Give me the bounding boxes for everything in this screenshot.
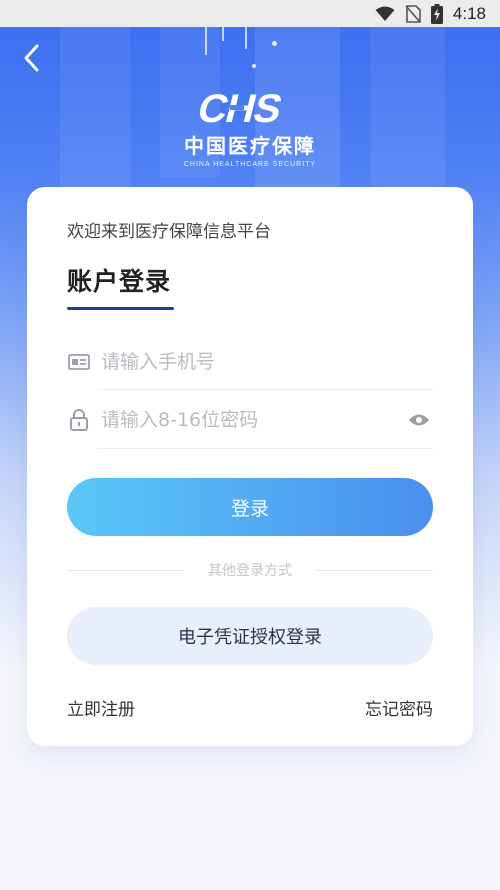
status-bar: 4:18 — [0, 0, 500, 27]
phone-input[interactable] — [101, 342, 433, 382]
other-methods-divider: 其他登录方式 — [67, 559, 433, 581]
status-time: 4:18 — [452, 3, 486, 23]
register-link[interactable]: 立即注册 — [67, 695, 135, 720]
logo-english-text: CHINA HEALTHCARE SECURITY — [183, 161, 317, 168]
chevron-left-icon — [24, 44, 39, 72]
hero-decoration — [252, 64, 256, 68]
login-title: 账户登录 — [67, 267, 172, 296]
show-password-toggle[interactable] — [405, 406, 433, 434]
login-button[interactable]: 登录 — [67, 478, 433, 536]
password-input[interactable] — [101, 400, 405, 440]
other-methods-text: 其他登录方式 — [208, 563, 292, 579]
hero-decoration — [245, 27, 247, 49]
back-button[interactable] — [14, 38, 50, 78]
title-underline — [67, 307, 174, 310]
phone-field-underline — [97, 389, 433, 390]
id-card-icon — [67, 350, 91, 374]
hero-decoration — [205, 27, 207, 55]
phone-field — [67, 338, 433, 386]
welcome-text: 欢迎来到医疗保障信息平台 — [67, 222, 271, 242]
password-field — [67, 396, 433, 444]
no-sim-icon — [405, 4, 421, 23]
battery-charging-icon — [430, 3, 443, 24]
wifi-icon — [375, 6, 395, 22]
chs-logo: CHS 中国医疗保障 CHINA HEALTHCARE SECURITY — [0, 88, 500, 168]
lock-icon — [67, 408, 91, 432]
ecert-login-button[interactable]: 电子凭证授权登录 — [67, 607, 433, 665]
hero-decoration — [272, 41, 277, 46]
forgot-password-link[interactable]: 忘记密码 — [365, 695, 433, 720]
eye-icon — [409, 414, 429, 426]
divider-line — [316, 569, 433, 571]
divider-line — [67, 569, 184, 571]
hero-decoration — [222, 27, 224, 41]
login-screen: 4:18 CHS 中国医疗保障 CHINA HEALTHCARE SECURIT… — [0, 0, 500, 890]
login-card: 欢迎来到医疗保障信息平台 账户登录 请输入手机号 登录 其他登录方式 电子凭证授… — [27, 187, 473, 746]
logo-chinese-text: 中国医疗保障 — [184, 134, 316, 158]
chs-logo-mark: CHS — [193, 88, 286, 128]
password-field-underline — [97, 448, 433, 449]
